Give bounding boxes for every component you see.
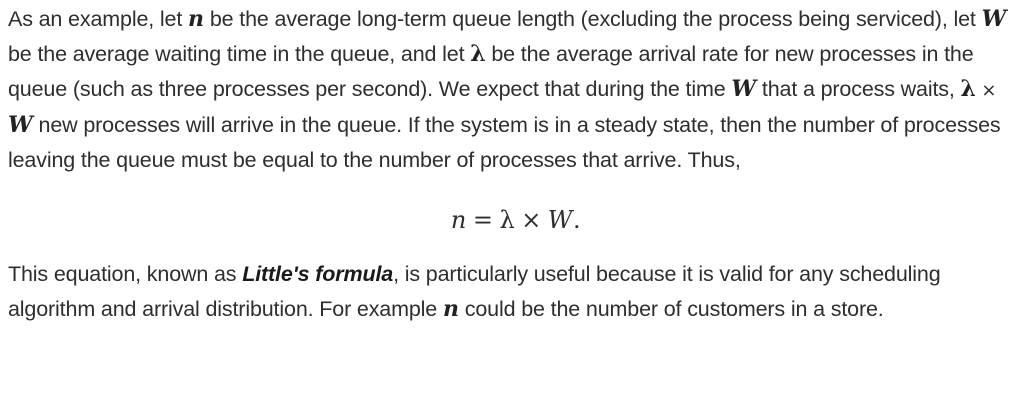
text-segment: As an example, let <box>8 7 188 31</box>
document-page: As an example, let n be the average long… <box>8 0 1024 327</box>
equation-period: . <box>572 206 582 234</box>
text-segment: be the average long-term queue length (e… <box>204 7 982 31</box>
math-var-n: n <box>442 296 459 322</box>
text-segment: This equation, known as <box>8 262 243 286</box>
math-var-lambda: λ <box>960 76 976 102</box>
littles-formula-equation: n = λ × W. <box>8 198 1024 242</box>
paragraph-littles-formula: This equation, known as Little's formula… <box>8 257 1024 327</box>
math-var-w: W <box>8 112 33 138</box>
math-operator-times: × <box>975 80 997 101</box>
equation-rhs: W <box>547 206 573 234</box>
text-segment: be the average waiting time in the queue… <box>8 42 471 66</box>
math-var-n: n <box>188 6 204 32</box>
math-var-lambda: λ <box>470 41 486 67</box>
text-segment: could be the number of customers in a st… <box>458 297 884 321</box>
equation-times: × <box>521 206 542 234</box>
text-segment: that a process waits, <box>756 77 961 101</box>
text-segment: new processes will arrive in the queue. … <box>8 113 1001 172</box>
math-var-w: W <box>731 76 757 102</box>
term-littles-formula: Little's formula <box>242 262 394 286</box>
equation-equals: = <box>472 206 494 234</box>
equation-lambda: λ <box>499 206 516 234</box>
equation-lhs: n <box>450 206 467 234</box>
paragraph-intro: As an example, let n be the average long… <box>8 2 1024 178</box>
math-var-w: W <box>981 6 1007 32</box>
